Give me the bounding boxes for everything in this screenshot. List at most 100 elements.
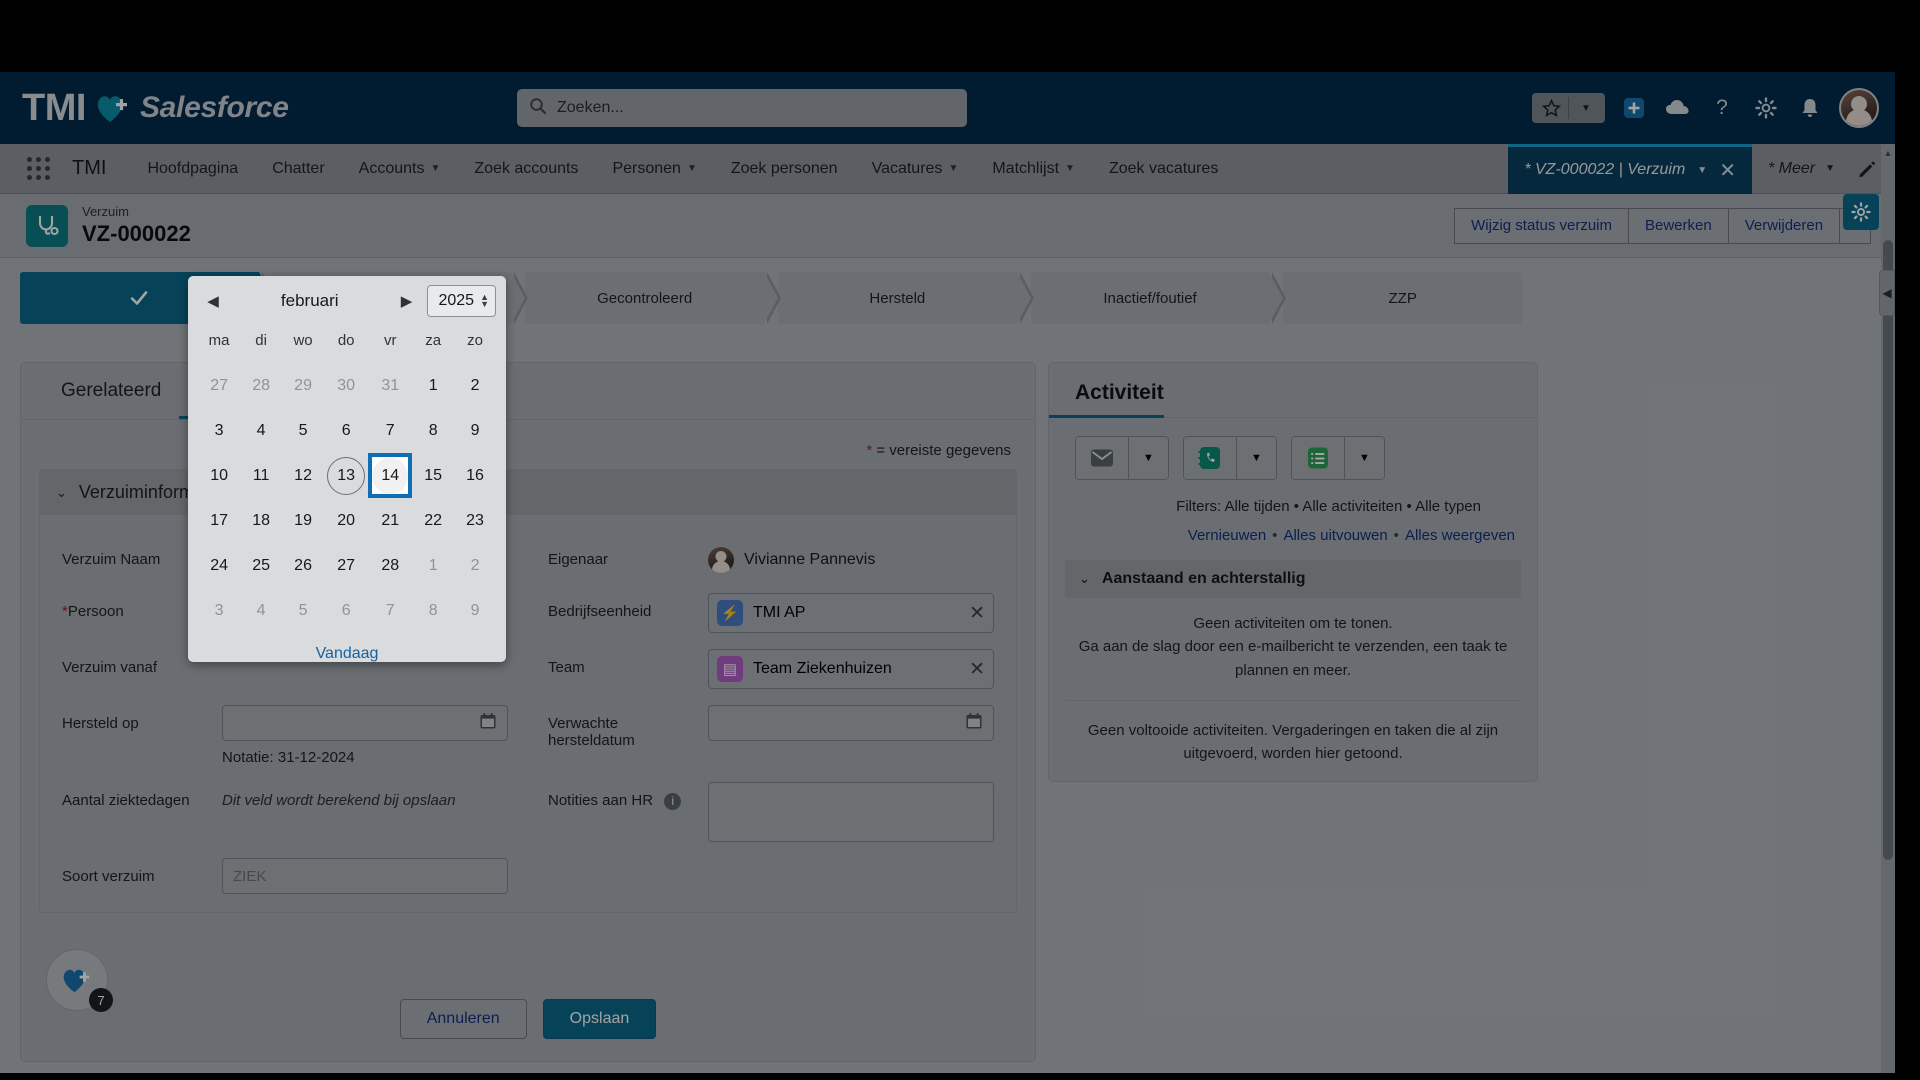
calendar-day-1[interactable]: 1 — [412, 363, 454, 408]
calendar-day-17[interactable]: 17 — [198, 498, 240, 543]
calendar-day-9[interactable]: 9 — [454, 408, 496, 453]
question-icon[interactable]: ? — [1707, 93, 1737, 123]
bewerken-button[interactable]: Bewerken — [1629, 208, 1729, 244]
path-stage-gecontroleerd[interactable]: Gecontroleerd — [525, 272, 764, 324]
calendar-day-6[interactable]: 6 — [324, 408, 368, 453]
tab-more[interactable]: * Meer ▼ — [1752, 144, 1851, 194]
link-alles-uitvouwen[interactable]: Alles uitvouwen — [1283, 527, 1387, 544]
calendar-day-28[interactable]: 28 — [368, 543, 412, 588]
scrollbar-thumb[interactable] — [1883, 240, 1893, 860]
phone-log-icon[interactable] — [1184, 437, 1236, 479]
date-picker-popup[interactable]: ◀ februari ▶ 2025 ▲▼ ma di wo do — [188, 276, 506, 662]
soort-verzuim-input[interactable]: ZIEK — [222, 858, 508, 894]
favorites-group[interactable]: ▼ — [1532, 93, 1605, 123]
cancel-button[interactable]: Annuleren — [400, 999, 527, 1039]
nav-item-zoek-accounts[interactable]: Zoek accounts — [457, 144, 595, 194]
section-header-verzuiminformatie[interactable]: ⌄ Verzuiminformatie — [40, 470, 1016, 515]
log-call-button-group[interactable]: ▼ — [1183, 436, 1277, 480]
chevron-down-icon[interactable]: ▼ — [1825, 163, 1835, 174]
activity-section-upcoming[interactable]: ⌄ Aanstaand en achterstallig — [1065, 560, 1521, 598]
user-avatar[interactable] — [1839, 88, 1879, 128]
star-icon[interactable] — [1536, 93, 1566, 123]
calendar-day-21[interactable]: 21 — [368, 498, 412, 543]
calendar-day-25[interactable]: 25 — [240, 543, 282, 588]
nav-item-matchlijst[interactable]: Matchlijst ▼ — [975, 144, 1092, 194]
chevron-down-icon[interactable]: ⌄ — [56, 485, 67, 501]
chevron-down-icon[interactable]: ⌄ — [1079, 571, 1090, 587]
calendar-day-23[interactable]: 23 — [454, 498, 496, 543]
calendar-day-28-adjacent[interactable]: 28 — [240, 363, 282, 408]
chevron-down-icon[interactable]: ▼ — [1697, 165, 1707, 176]
calendar-day-31-adjacent[interactable]: 31 — [368, 363, 412, 408]
notities-aan-hr-textarea[interactable] — [708, 782, 994, 842]
nav-item-chatter[interactable]: Chatter — [255, 144, 341, 194]
calendar-day-16[interactable]: 16 — [454, 453, 496, 498]
nav-item-vacatures[interactable]: Vacatures ▼ — [855, 144, 976, 194]
calendar-day-5[interactable]: 5 — [282, 408, 324, 453]
link-alles-weergeven[interactable]: Alles weergeven — [1405, 527, 1515, 544]
calendar-day-27-adjacent[interactable]: 27 — [198, 363, 240, 408]
owner-value[interactable]: Vivianne Pannevis — [708, 541, 994, 573]
calendar-day-29-adjacent[interactable]: 29 — [282, 363, 324, 408]
wijzig-status-verzuim-button[interactable]: Wijzig status verzuim — [1454, 208, 1629, 244]
team-input[interactable]: ▤ Team Ziekenhuizen ✕ — [708, 649, 994, 689]
calendar-day-27[interactable]: 27 — [324, 543, 368, 588]
date-picker-year-select[interactable]: 2025 ▲▼ — [427, 285, 496, 317]
path-stage-inactief-foutief[interactable]: Inactief/foutief — [1031, 272, 1270, 324]
spinner-icons[interactable]: ▲▼ — [480, 294, 489, 308]
calendar-day-19[interactable]: 19 — [282, 498, 324, 543]
task-list-icon[interactable] — [1292, 437, 1344, 479]
scroll-up-arrow-icon[interactable]: ▲ — [1883, 148, 1893, 162]
activity-tab[interactable]: Activiteit — [1049, 363, 1537, 418]
calendar-day-7[interactable]: 7 — [368, 408, 412, 453]
nav-item-zoek-personen[interactable]: Zoek personen — [714, 144, 855, 194]
calendar-day-4[interactable]: 4 — [240, 408, 282, 453]
gear-icon[interactable] — [1751, 93, 1781, 123]
save-button[interactable]: Opslaan — [543, 999, 657, 1039]
nav-item-accounts[interactable]: Accounts ▼ — [342, 144, 458, 194]
calendar-day-8-adjacent[interactable]: 8 — [412, 588, 454, 633]
calendar-day-14[interactable]: 14 — [368, 453, 412, 498]
calendar-icon[interactable] — [479, 712, 497, 734]
verwachte-hersteldatum-input[interactable] — [708, 705, 994, 741]
heart-plus-fab[interactable]: 7 — [46, 949, 108, 1011]
app-launcher-button[interactable] — [22, 152, 56, 186]
chevron-down-icon[interactable]: ▼ — [1128, 437, 1168, 479]
today-link[interactable]: Vandaag — [316, 645, 379, 662]
tab-vz-000022[interactable]: * VZ-000022 | Verzuim ▼ ✕ — [1508, 144, 1752, 194]
new-task-button-group[interactable]: ▼ — [1291, 436, 1385, 480]
verwijderen-button[interactable]: Verwijderen — [1729, 208, 1840, 244]
tab-gerelateerd[interactable]: Gerelateerd — [43, 363, 179, 419]
calendar-day-4-adjacent[interactable]: 4 — [240, 588, 282, 633]
info-icon[interactable]: i — [664, 793, 681, 810]
cloud-icon[interactable] — [1663, 93, 1693, 123]
calendar-day-24[interactable]: 24 — [198, 543, 240, 588]
clear-icon[interactable]: ✕ — [969, 658, 985, 681]
plus-icon[interactable] — [1619, 93, 1649, 123]
calendar-day-15[interactable]: 15 — [412, 453, 454, 498]
triangle-right-icon[interactable]: ▶ — [391, 286, 421, 316]
calendar-day-10[interactable]: 10 — [198, 453, 240, 498]
calendar-day-7-adjacent[interactable]: 7 — [368, 588, 412, 633]
calendar-day-30-adjacent[interactable]: 30 — [324, 363, 368, 408]
nav-item-zoek-vacatures[interactable]: Zoek vacatures — [1092, 144, 1235, 194]
hersteld-op-input[interactable] — [222, 705, 508, 741]
link-vernieuwen[interactable]: Vernieuwen — [1188, 527, 1266, 544]
triangle-left-icon[interactable]: ◀ — [198, 286, 228, 316]
calendar-day-3-adjacent[interactable]: 3 — [198, 588, 240, 633]
chevron-down-icon[interactable]: ▼ — [1236, 437, 1276, 479]
calendar-day-6-adjacent[interactable]: 6 — [324, 588, 368, 633]
calendar-day-11[interactable]: 11 — [240, 453, 282, 498]
nav-item-personen[interactable]: Personen ▼ — [595, 144, 713, 194]
calendar-day-2[interactable]: 2 — [454, 363, 496, 408]
email-button-group[interactable]: ▼ — [1075, 436, 1169, 480]
nav-item-hoofdpagina[interactable]: Hoofdpagina — [130, 144, 255, 194]
calendar-day-26[interactable]: 26 — [282, 543, 324, 588]
chevron-down-icon[interactable]: ▼ — [1571, 93, 1601, 123]
app-logo[interactable]: TMI Salesforce — [22, 89, 289, 127]
calendar-day-12[interactable]: 12 — [282, 453, 324, 498]
calendar-icon[interactable] — [965, 712, 983, 734]
bell-icon[interactable] — [1795, 93, 1825, 123]
chevron-down-icon[interactable]: ▼ — [480, 301, 489, 308]
app-name-label[interactable]: TMI — [72, 157, 106, 180]
